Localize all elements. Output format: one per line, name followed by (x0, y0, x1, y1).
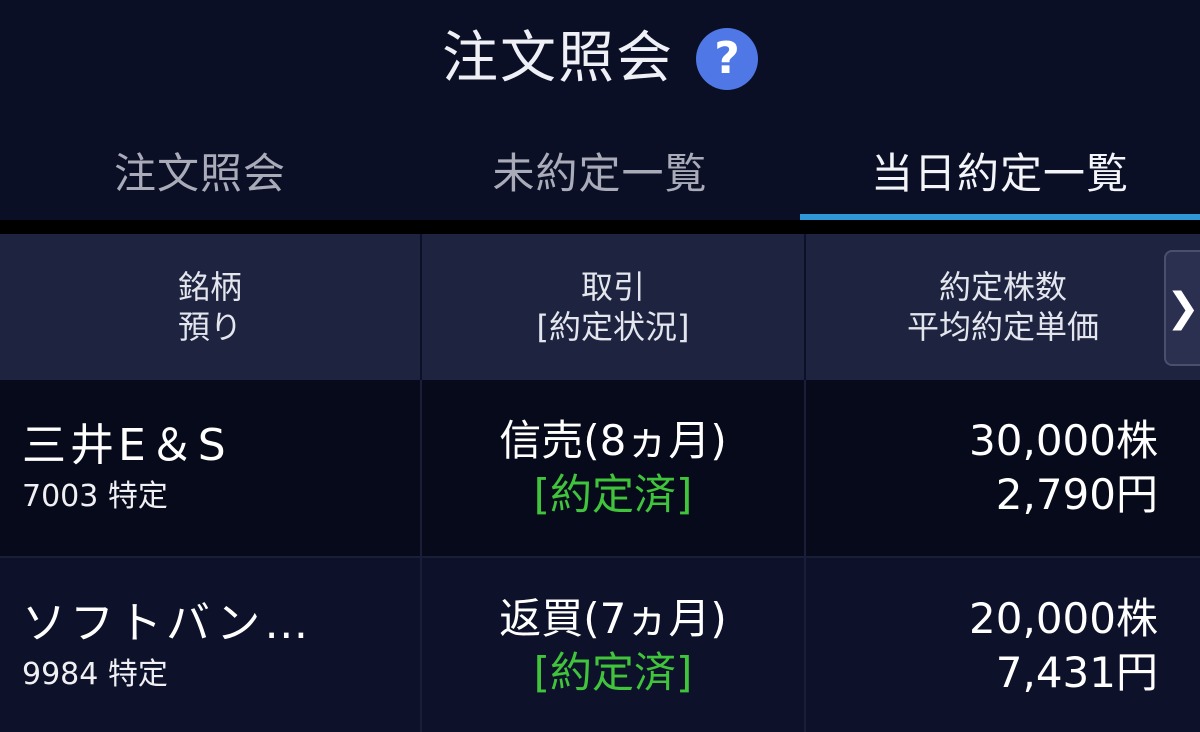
divider (0, 220, 1200, 234)
trade-type: 信売(8ヵ月) (499, 416, 727, 465)
stock-name: 三井E＆S (22, 420, 230, 471)
stock-cell: ソフトバン… 9984 特定 (0, 558, 422, 732)
column-header-sublabel: 平均約定単価 (906, 308, 1099, 346)
trade-cell: 返買(7ヵ月) [約定済] (422, 558, 806, 732)
average-price: 7,431円 (995, 648, 1158, 697)
average-price: 2,790円 (995, 470, 1158, 519)
stock-code-account: 7003 特定 (22, 479, 168, 514)
trade-type: 返買(7ヵ月) (499, 594, 727, 643)
help-icon[interactable]: ? (696, 28, 758, 90)
header: 注文照会 ? (0, 0, 1200, 118)
quantity-cell: 30,000株 2,790円 (806, 380, 1200, 556)
column-header-label: 銘柄 (177, 268, 242, 306)
page-title: 注文照会 (442, 26, 674, 91)
quantity-cell: 20,000株 7,431円 (806, 558, 1200, 732)
filled-quantity: 20,000株 (969, 594, 1158, 643)
trade-status: [約定済] (533, 648, 693, 697)
table-row[interactable]: ソフトバン… 9984 特定 返買(7ヵ月) [約定済] 20,000株 7,4… (0, 558, 1200, 732)
table-row[interactable]: 三井E＆S 7003 特定 信売(8ヵ月) [約定済] 30,000株 2,79… (0, 380, 1200, 556)
tab-bar: 注文照会 未約定一覧 当日約定一覧 (0, 120, 1200, 220)
column-header-stock: 銘柄 預り (0, 234, 422, 380)
column-header-quantity: 約定株数 平均約定単価 (806, 234, 1200, 380)
column-header-label: 取引 (580, 268, 645, 306)
order-inquiry-screen: 注文照会 ? 注文照会 未約定一覧 当日約定一覧 銘柄 預り 取引 [約定状況]… (0, 0, 1200, 732)
tab-order-inquiry[interactable]: 注文照会 (0, 120, 400, 220)
table-header: 銘柄 預り 取引 [約定状況] 約定株数 平均約定単価 (0, 234, 1200, 380)
trade-status: [約定済] (533, 470, 693, 519)
column-header-trade: 取引 [約定状況] (422, 234, 806, 380)
tab-unfilled-list[interactable]: 未約定一覧 (400, 120, 800, 220)
trade-cell: 信売(8ヵ月) [約定済] (422, 380, 806, 556)
filled-quantity: 30,000株 (969, 416, 1158, 465)
column-header-label: 約定株数 (938, 268, 1067, 306)
column-header-sublabel: [約定状況] (536, 308, 690, 346)
column-header-sublabel: 預り (177, 308, 242, 346)
stock-name: ソフトバン… (22, 598, 313, 649)
stock-code-account: 9984 特定 (22, 657, 168, 692)
scroll-right-icon[interactable]: ❯ (1164, 250, 1200, 366)
tab-today-filled-list[interactable]: 当日約定一覧 (800, 120, 1200, 220)
stock-cell: 三井E＆S 7003 特定 (0, 380, 422, 556)
